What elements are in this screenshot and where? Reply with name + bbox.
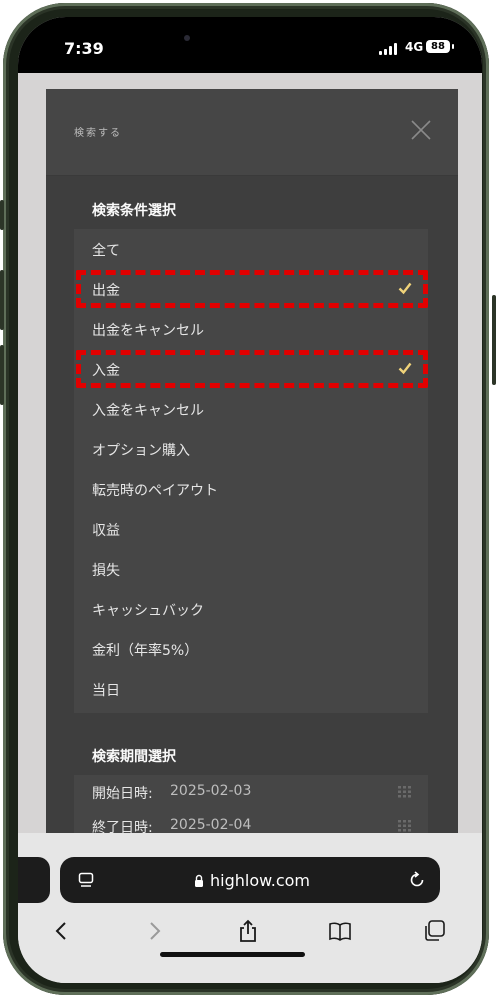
condition-item-label: キャッシュバック: [92, 603, 204, 619]
condition-item-label: 当日: [92, 683, 120, 699]
address-bar[interactable]: highlow.com: [60, 857, 440, 903]
condition-item-label: 入金をキャンセル: [92, 403, 204, 419]
start-date-label: 開始日時:: [92, 786, 153, 802]
condition-item-all[interactable]: 全て: [74, 229, 428, 269]
bookmarks-icon[interactable]: [328, 919, 352, 943]
condition-item-label: 収益: [92, 523, 120, 539]
battery-icon: 88: [426, 40, 450, 53]
highlight-box-withdrawal: [76, 270, 428, 308]
end-date-value: 2025-02-04: [170, 817, 252, 833]
search-modal: 検索する 検索条件選択 全て 出金 出金をキャンセル 入金 入金をキャンセル オ…: [46, 89, 458, 843]
condition-item-label: 全て: [92, 243, 120, 259]
condition-item-option-purchase[interactable]: オプション購入: [74, 429, 428, 469]
close-icon[interactable]: [410, 119, 432, 141]
modal-title: 検索する: [74, 128, 122, 139]
condition-item-loss[interactable]: 損失: [74, 549, 428, 589]
camera-dot: [184, 35, 190, 41]
mute-switch: [0, 200, 4, 230]
power-button: [492, 295, 496, 385]
notch: [168, 17, 333, 59]
volume-up-button: [0, 270, 4, 330]
reload-icon[interactable]: [408, 871, 426, 889]
condition-item-cashback[interactable]: キャッシュバック: [74, 589, 428, 629]
condition-item-label: 出金をキャンセル: [92, 323, 204, 339]
condition-item-interest[interactable]: 金利（年率5%）: [74, 629, 428, 669]
share-icon[interactable]: [236, 919, 260, 943]
highlight-box-deposit: [76, 350, 428, 388]
condition-item-today[interactable]: 当日: [74, 669, 428, 709]
url-text: highlow.com: [210, 871, 310, 890]
condition-item-resale-payout[interactable]: 転売時のペイアウト: [74, 469, 428, 509]
back-icon[interactable]: [50, 919, 74, 943]
lock-icon: [195, 874, 203, 887]
browser-bottom-bar: highlow.com: [18, 833, 482, 983]
network-type: 4G: [405, 40, 424, 54]
volume-down-button: [0, 345, 4, 405]
condition-item-deposit-cancel[interactable]: 入金をキャンセル: [74, 389, 428, 429]
condition-item-withdrawal-cancel[interactable]: 出金をキャンセル: [74, 309, 428, 349]
start-date-field[interactable]: 開始日時: 2025-02-03: [74, 775, 428, 809]
phone-screen: 7:39 4G 88 検索する 検索条件選択 全て 出金 出金をキャンセル 入金…: [18, 17, 482, 983]
condition-item-label: オプション購入: [92, 443, 190, 459]
calendar-grid-icon[interactable]: [398, 820, 412, 832]
period-section-title: 検索期間選択: [92, 749, 176, 765]
home-indicator: [160, 952, 305, 957]
start-date-value: 2025-02-03: [170, 783, 252, 799]
condition-item-label: 転売時のペイアウト: [92, 483, 218, 499]
modal-header: 検索する: [46, 89, 458, 176]
calendar-grid-icon[interactable]: [398, 786, 412, 798]
battery-tip: [452, 44, 454, 49]
condition-item-profit[interactable]: 収益: [74, 509, 428, 549]
condition-section-title: 検索条件選択: [92, 203, 176, 219]
previous-tab-peek[interactable]: [18, 857, 50, 903]
status-time: 7:39: [64, 39, 104, 58]
condition-item-label: 損失: [92, 563, 120, 579]
page-menu-icon[interactable]: [78, 872, 94, 888]
signal-icon: [379, 43, 401, 55]
condition-item-label: 金利（年率5%）: [92, 643, 199, 659]
tabs-icon[interactable]: [422, 919, 446, 943]
forward-icon[interactable]: [142, 919, 166, 943]
status-bar: 7:39 4G 88: [18, 17, 482, 73]
